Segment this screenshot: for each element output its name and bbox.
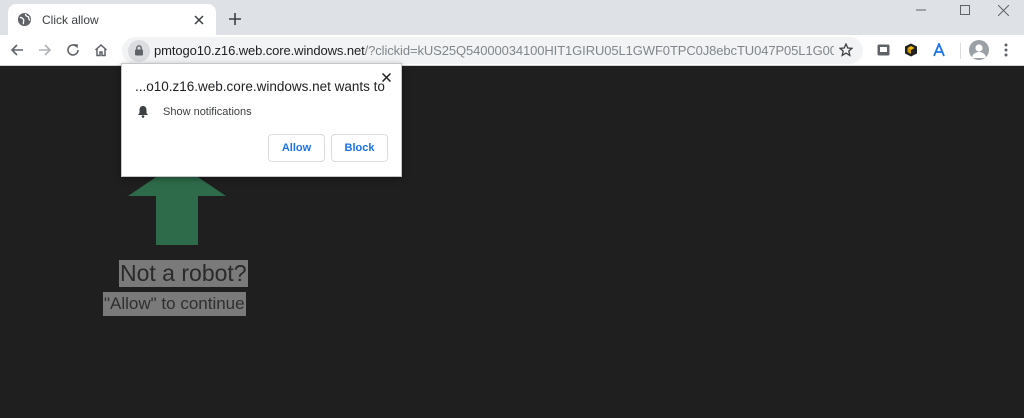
home-button[interactable]: [89, 38, 113, 62]
url-host: pmtogo10.z16.web.core.windows.net: [154, 43, 365, 58]
bell-icon: [138, 106, 148, 118]
extension-screen-icon[interactable]: [873, 40, 893, 60]
tab-title: Click allow: [42, 12, 99, 27]
maximize-button[interactable]: [944, 0, 986, 20]
extension-cube-icon[interactable]: [901, 40, 921, 60]
forward-button[interactable]: [33, 38, 57, 62]
extension-a-icon[interactable]: [929, 40, 949, 60]
bookmark-star-icon[interactable]: [835, 39, 857, 61]
popup-title: ...o10.z16.web.core.windows.net wants to: [135, 79, 385, 94]
robot-subheading: "Allow" to continue: [103, 292, 246, 316]
reload-button[interactable]: [61, 38, 85, 62]
browser-toolbar: pmtogo10.z16.web.core.windows.net/?click…: [0, 35, 1024, 66]
notification-permission-popup: ...o10.z16.web.core.windows.net wants to…: [121, 63, 402, 177]
lock-icon[interactable]: [128, 39, 150, 62]
robot-heading: Not a robot?: [119, 260, 248, 287]
tab-click-allow[interactable]: Click allow: [8, 4, 216, 35]
globe-icon: [17, 12, 32, 27]
address-bar[interactable]: pmtogo10.z16.web.core.windows.net/?click…: [122, 37, 863, 64]
tab-strip: Click allow: [0, 0, 1024, 35]
close-tab-icon[interactable]: [190, 11, 208, 29]
minimize-button[interactable]: [900, 0, 942, 20]
permission-label: Show notifications: [163, 105, 252, 118]
close-window-button[interactable]: [982, 0, 1024, 20]
permission-row: Show notifications: [137, 105, 252, 118]
profile-avatar-icon[interactable]: [969, 40, 989, 60]
toolbar-divider: [960, 43, 961, 59]
new-tab-button[interactable]: [224, 8, 246, 30]
url-path: /?clickid=kUS25Q54000034100HIT1GIRU05L1G…: [364, 43, 834, 58]
menu-kebab-icon[interactable]: [994, 38, 1018, 62]
allow-button[interactable]: Allow: [268, 134, 325, 162]
back-button[interactable]: [5, 38, 29, 62]
url-text[interactable]: pmtogo10.z16.web.core.windows.net/?click…: [154, 43, 834, 58]
block-button[interactable]: Block: [331, 134, 388, 162]
